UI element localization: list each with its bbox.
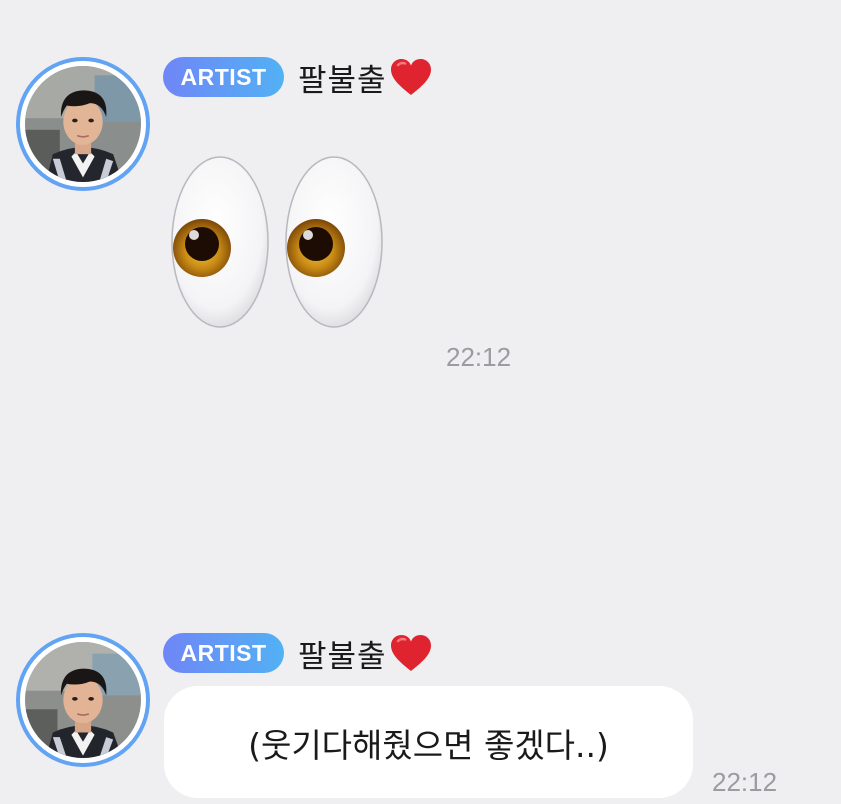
sender-name: 팔불출 <box>298 62 387 99</box>
eyes-emoji-icon[interactable] <box>170 154 390 330</box>
message-bubble[interactable]: (웃기다해줬으면 좋겠다..) <box>164 686 693 798</box>
avatar-photo <box>25 66 141 182</box>
sender-name: 팔불출 <box>298 638 387 675</box>
red-heart-icon <box>390 635 431 671</box>
sender-name-row[interactable]: 팔불출 <box>298 630 433 676</box>
message-time: 22:12 <box>712 767 778 797</box>
message-text: (웃기다해줬으면 좋겠다..) <box>248 726 609 765</box>
artist-badge: ARTIST <box>163 57 284 97</box>
artist-badge: ARTIST <box>163 633 284 673</box>
message-time: 22:12 <box>446 342 512 372</box>
sender-avatar[interactable] <box>16 57 150 191</box>
red-heart-icon <box>390 59 431 95</box>
sender-avatar[interactable] <box>16 633 150 767</box>
sender-name-row[interactable]: 팔불출 <box>298 54 433 100</box>
avatar-photo <box>25 642 141 758</box>
